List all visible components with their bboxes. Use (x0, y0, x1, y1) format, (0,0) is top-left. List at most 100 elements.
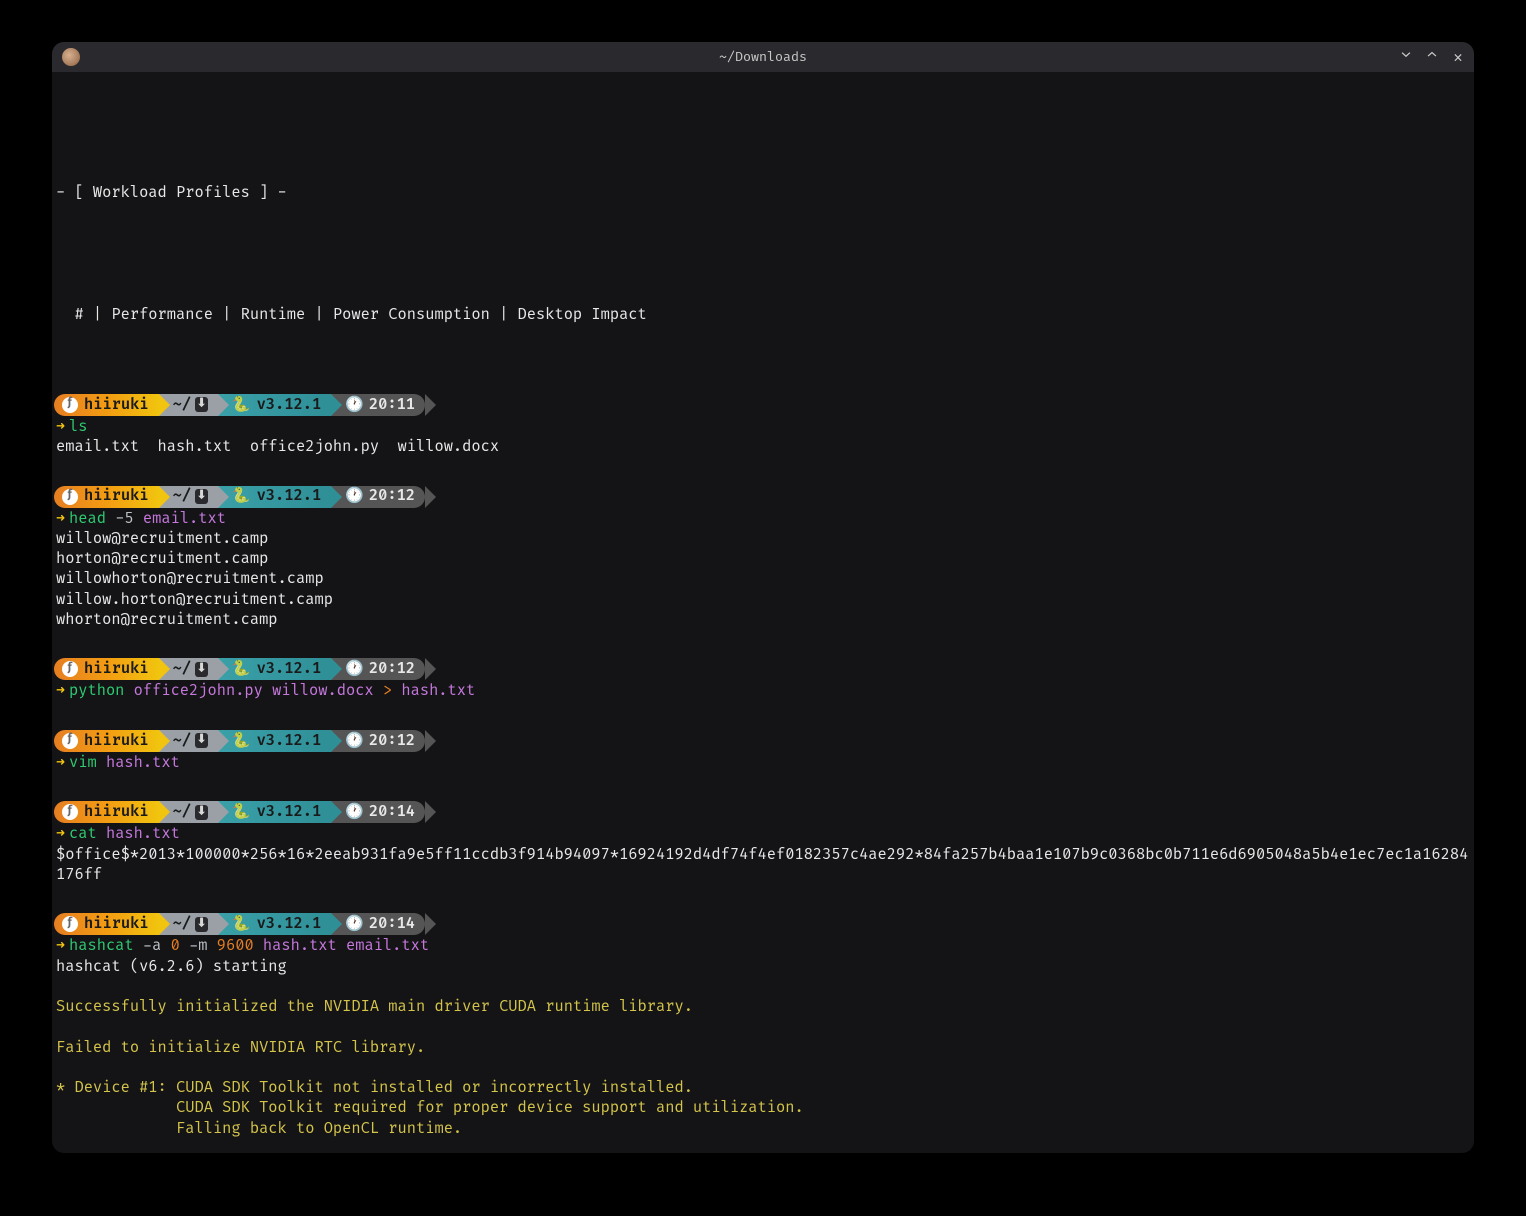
prompt-user: hiiruki (84, 486, 149, 506)
command-line[interactable]: ➜cat hash.txt (54, 824, 1472, 844)
prompt-arrow-icon: ➜ (56, 753, 65, 772)
command-token: email.txt (143, 509, 226, 528)
prompt-arrow-icon: ➜ (56, 824, 65, 843)
command-line[interactable]: ➜ls (54, 417, 1472, 437)
fedora-icon: ƒ (62, 489, 78, 505)
clock-icon: 🕐 (345, 914, 364, 934)
command-token: hash.txt (401, 681, 475, 700)
python-icon: 🐍 (232, 802, 251, 822)
prompt: ƒhiiruki~/⬇🐍v3.12.1🕐20:14 (54, 801, 1472, 823)
prompt-arrow-icon: ➜ (56, 936, 65, 955)
prompt-python-version: v3.12.1 (257, 731, 322, 751)
command-token: ls (69, 417, 87, 436)
command-token: -m (189, 936, 217, 955)
output-line: willowhorton@recruitment.camp (54, 569, 1472, 589)
maximize-icon[interactable]: ⌃ (1424, 48, 1440, 67)
command-token: hash.txt (106, 753, 180, 772)
command-token: email.txt (346, 936, 429, 955)
prompt-python-segment: 🐍 v3.12.1 (218, 801, 331, 823)
prompt-time-segment: 🕐20:12 (331, 486, 425, 508)
prompt-user: hiiruki (84, 914, 149, 934)
download-icon: ⬇ (195, 489, 208, 504)
prompt: ƒhiiruki~/⬇🐍v3.12.1🕐20:14 (54, 913, 1472, 935)
command-token: hash.txt (106, 824, 180, 843)
command-line[interactable]: ➜python office2john.py willow.docx > has… (54, 681, 1472, 701)
download-icon: ⬇ (195, 397, 208, 412)
header-columns: # | Performance | Runtime | Power Consum… (54, 305, 1472, 325)
python-icon: 🐍 (232, 914, 251, 934)
prompt: ƒ hiiruki ~/ ⬇ 🐍 v3.12.1 🕐20:11 (54, 394, 1472, 416)
download-icon: ⬇ (195, 733, 208, 748)
prompt-user: hiiruki (84, 802, 149, 822)
terminal-window: ~/Downloads ⌄ ⌃ ✕ - [ Workload Profiles … (52, 42, 1474, 1153)
close-icon[interactable]: ✕ (1450, 48, 1466, 67)
command-line[interactable]: ➜head -5 email.txt (54, 509, 1472, 529)
prompt-user: hiiruki (84, 395, 149, 415)
prompt: ƒhiiruki~/⬇🐍v3.12.1🕐20:12 (54, 658, 1472, 680)
prompt-user: hiiruki (84, 731, 149, 751)
clock-icon: 🕐 (345, 395, 364, 415)
app-icon (62, 48, 80, 66)
clock-icon: 🕐 (345, 486, 364, 506)
command-token: -a (143, 936, 171, 955)
command-token: hash.txt (263, 936, 346, 955)
prompt-arrow-icon: ➜ (56, 509, 65, 528)
output-line (54, 977, 1472, 997)
header-line: - [ Workload Profiles ] - (54, 183, 1472, 203)
prompt-time-segment: 🕐20:14 (331, 913, 425, 935)
python-icon: 🐍 (232, 486, 251, 506)
command-token: -5 (115, 509, 143, 528)
output-line: Falling back to OpenCL runtime. (54, 1119, 1472, 1139)
python-icon: 🐍 (232, 731, 251, 751)
command-token: vim (69, 753, 106, 772)
output-line: hashcat (v6.2.6) starting (54, 957, 1472, 977)
python-icon: 🐍 (232, 395, 251, 415)
fedora-icon: ƒ (62, 804, 78, 820)
terminal-body[interactable]: - [ Workload Profiles ] - # | Performanc… (52, 72, 1474, 1153)
prompt-user-segment: ƒhiiruki (54, 913, 159, 935)
command-token: cat (69, 824, 106, 843)
prompt-path: ~/ (173, 395, 191, 415)
window-controls: ⌄ ⌃ ✕ (1398, 48, 1466, 67)
prompt-python-segment: 🐍 v3.12.1 (218, 394, 331, 416)
python-icon: 🐍 (232, 659, 251, 679)
prompt-python-segment: 🐍 v3.12.1 (218, 913, 331, 935)
prompt-python-version: v3.12.1 (257, 802, 322, 822)
fedora-icon: ƒ (62, 661, 78, 677)
output-line: whorton@recruitment.camp (54, 610, 1472, 630)
command-line[interactable]: ➜hashcat -a 0 -m 9600 hash.txt email.txt (54, 936, 1472, 956)
command-token: head (69, 509, 115, 528)
prompt-time: 20:14 (369, 802, 415, 822)
prompt-arrow-icon: ➜ (56, 681, 65, 700)
fedora-icon: ƒ (62, 397, 78, 413)
prompt-python-version: v3.12.1 (257, 395, 322, 415)
command-token: 9600 (217, 936, 263, 955)
window-title: ~/Downloads (719, 49, 807, 65)
prompt-python-segment: 🐍v3.12.1 (218, 486, 331, 508)
prompt-user-segment: ƒ hiiruki (54, 486, 159, 508)
prompt-python-segment: 🐍 v3.12.1 (218, 730, 331, 752)
prompt-time-segment: 🕐20:11 (331, 394, 425, 416)
output-line: willow.horton@recruitment.camp (54, 590, 1472, 610)
prompt-time: 20:12 (369, 486, 415, 506)
prompt-arrow-icon: ➜ (56, 417, 65, 436)
prompt-path: ~/ (173, 731, 191, 751)
prompt-python-version: v3.12.1 (257, 914, 322, 934)
output-line: Failed to initialize NVIDIA RTC library. (54, 1038, 1472, 1058)
output-line (54, 1017, 1472, 1037)
clock-icon: 🕐 (345, 731, 364, 751)
download-icon: ⬇ (195, 917, 208, 932)
prompt-time: 20:14 (369, 914, 415, 934)
prompt-python-segment: 🐍 v3.12.1 (218, 658, 331, 680)
prompt-user-segment: ƒ hiiruki (54, 394, 159, 416)
prompt-time-segment: 🕐20:14 (331, 801, 425, 823)
prompt-python-version: v3.12.1 (257, 659, 322, 679)
prompt-path: ~/ (173, 659, 191, 679)
output-line: * Device #1: CUDA SDK Toolkit not instal… (54, 1078, 1472, 1098)
minimize-icon[interactable]: ⌄ (1398, 48, 1414, 67)
download-icon: ⬇ (195, 805, 208, 820)
prompt: ƒhiiruki~/⬇🐍v3.12.1🕐20:12 (54, 486, 1472, 508)
prompt-time: 20:12 (369, 659, 415, 679)
prompt-time-segment: 🕐20:12 (331, 658, 425, 680)
command-line[interactable]: ➜vim hash.txt (54, 753, 1472, 773)
